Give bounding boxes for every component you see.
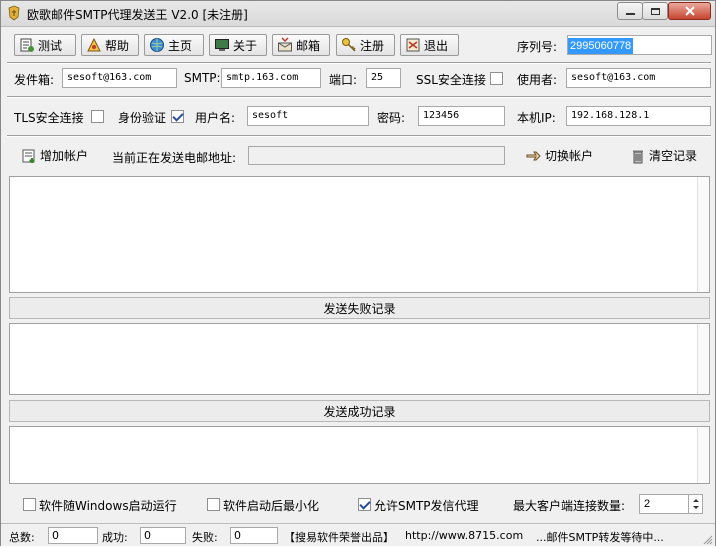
user-field[interactable]: sesoft@163.com <box>566 68 711 88</box>
exit-button-label: 退出 <box>424 38 449 53</box>
app-logo-icon <box>6 5 22 21</box>
startup-label: 软件随Windows启动运行 <box>39 499 177 513</box>
add-account-button[interactable]: 增加帐户 <box>21 147 88 164</box>
auth-checkbox[interactable] <box>171 110 184 123</box>
allow-proxy-checkbox[interactable] <box>358 498 371 511</box>
startup-checkbox[interactable] <box>23 498 36 511</box>
switch-account-label: 切换帐户 <box>545 149 594 163</box>
help-button-label: 帮助 <box>105 38 130 53</box>
fail-log-list[interactable] <box>9 323 710 395</box>
website-link[interactable]: http://www.8715.com <box>405 529 523 542</box>
fail-log-scrollbar[interactable] <box>697 324 709 394</box>
localip-label: 本机IP: <box>517 111 556 125</box>
success-log-title: 发送成功记录 <box>323 404 396 419</box>
current-sender-field <box>248 146 505 165</box>
add-account-label: 增加帐户 <box>40 149 89 163</box>
homepage-button-label: 主页 <box>168 38 193 53</box>
sender-label: 发件箱: <box>14 73 55 87</box>
success-log-scrollbar[interactable] <box>697 427 709 483</box>
exit-button[interactable]: 退出 <box>400 34 459 56</box>
homepage-button[interactable]: 主页 <box>144 34 204 56</box>
clear-log-label: 清空记录 <box>649 149 698 163</box>
toolbar-divider <box>7 62 711 64</box>
ssl-checkbox[interactable] <box>490 72 503 85</box>
mailbox-button[interactable]: 邮箱 <box>272 34 330 56</box>
monitor-icon <box>214 37 230 53</box>
config-divider-1 <box>7 96 711 98</box>
minimize-on-start-checkbox[interactable] <box>207 498 220 511</box>
fail-log-title: 发送失败记录 <box>323 301 396 316</box>
max-clients-spinner[interactable]: 2 <box>639 494 703 514</box>
tls-checkbox[interactable] <box>91 110 104 123</box>
success-log-header: 发送成功记录 <box>9 400 710 422</box>
max-clients-label: 最大客户端连接数量: <box>513 499 626 513</box>
test-button[interactable]: 测试 <box>14 34 76 56</box>
username-field[interactable]: sesoft <box>247 106 369 126</box>
main-log-scrollbar[interactable] <box>697 177 709 292</box>
serial-label: 序列号: <box>517 40 558 54</box>
fail-count: 0 <box>230 527 278 544</box>
status-bar: 总数: 0 成功: 0 失败: 0 【搜易软件荣誉出品】 http://www.… <box>1 523 715 546</box>
smtp-field[interactable]: smtp.163.com <box>221 68 321 88</box>
pointing-hand-icon <box>526 148 542 164</box>
register-button-label: 注册 <box>360 38 385 53</box>
help-button[interactable]: 帮助 <box>81 34 139 56</box>
mailbox-button-label: 邮箱 <box>296 38 321 53</box>
main-log-list[interactable] <box>9 176 710 293</box>
fail-log-header: 发送失败记录 <box>9 297 710 319</box>
minimize-icon <box>625 13 635 15</box>
tls-label: TLS安全连接 <box>14 111 84 125</box>
max-clients-value: 2 <box>644 498 651 510</box>
window-title: 欧歌邮件SMTP代理发送王 V2.0 [未注册] <box>27 8 248 22</box>
username-label: 用户名: <box>195 111 236 125</box>
trash-icon <box>630 148 646 164</box>
serial-value: 2995060778 <box>568 38 634 54</box>
register-button[interactable]: 注册 <box>336 34 395 56</box>
globe-icon <box>149 37 165 53</box>
success-label: 成功: <box>102 531 128 544</box>
ssl-label: SSL安全连接 <box>416 73 486 87</box>
close-icon <box>684 6 695 16</box>
app-window: 欧歌邮件SMTP代理发送王 V2.0 [未注册] 测试 帮助 主页 关于 邮箱 … <box>0 0 716 546</box>
test-icon <box>19 37 35 53</box>
port-label: 端口: <box>329 73 358 87</box>
brand-text: 【搜易软件荣誉出品】 <box>284 531 394 544</box>
auth-label: 身份验证 <box>118 111 167 125</box>
spinner-arrows-icon[interactable] <box>688 495 702 513</box>
config-divider-2 <box>7 135 711 137</box>
localip-field[interactable]: 192.168.128.1 <box>566 106 711 126</box>
user-label: 使用者: <box>517 73 558 87</box>
current-sender-label: 当前正在发送电邮地址: <box>112 151 237 165</box>
exit-icon <box>405 37 421 53</box>
resize-grip-icon[interactable] <box>703 534 713 545</box>
close-button[interactable] <box>668 2 711 20</box>
clear-log-button[interactable]: 清空记录 <box>630 147 697 164</box>
add-account-icon <box>21 148 37 164</box>
minimize-button[interactable] <box>617 2 643 20</box>
about-button[interactable]: 关于 <box>209 34 267 56</box>
key-icon <box>341 37 357 53</box>
allow-proxy-label: 允许SMTP发信代理 <box>374 499 479 513</box>
title-bar[interactable]: 欧歌邮件SMTP代理发送王 V2.0 [未注册] <box>1 1 715 27</box>
help-icon <box>86 37 102 53</box>
password-field[interactable]: 123456 <box>418 106 505 126</box>
total-count: 0 <box>48 527 98 544</box>
port-field[interactable]: 25 <box>366 68 401 88</box>
serial-field[interactable]: 2995060778 <box>567 35 712 55</box>
maximize-button[interactable] <box>642 2 668 20</box>
smtp-label: SMTP: <box>184 71 221 85</box>
minimize-on-start-label: 软件启动后最小化 <box>223 499 320 513</box>
mailbox-icon <box>277 37 293 53</box>
about-button-label: 关于 <box>233 38 258 53</box>
test-button-label: 测试 <box>38 38 63 53</box>
success-log-list[interactable] <box>9 426 710 484</box>
sender-field[interactable]: sesoft@163.com <box>62 68 177 88</box>
switch-account-button[interactable]: 切换帐户 <box>526 147 593 164</box>
maximize-icon <box>650 7 660 15</box>
success-count: 0 <box>140 527 186 544</box>
total-label: 总数: <box>9 531 35 544</box>
fail-label: 失败: <box>192 531 218 544</box>
password-label: 密码: <box>377 111 406 125</box>
status-text: ...邮件SMTP转发等待中... <box>536 531 664 544</box>
